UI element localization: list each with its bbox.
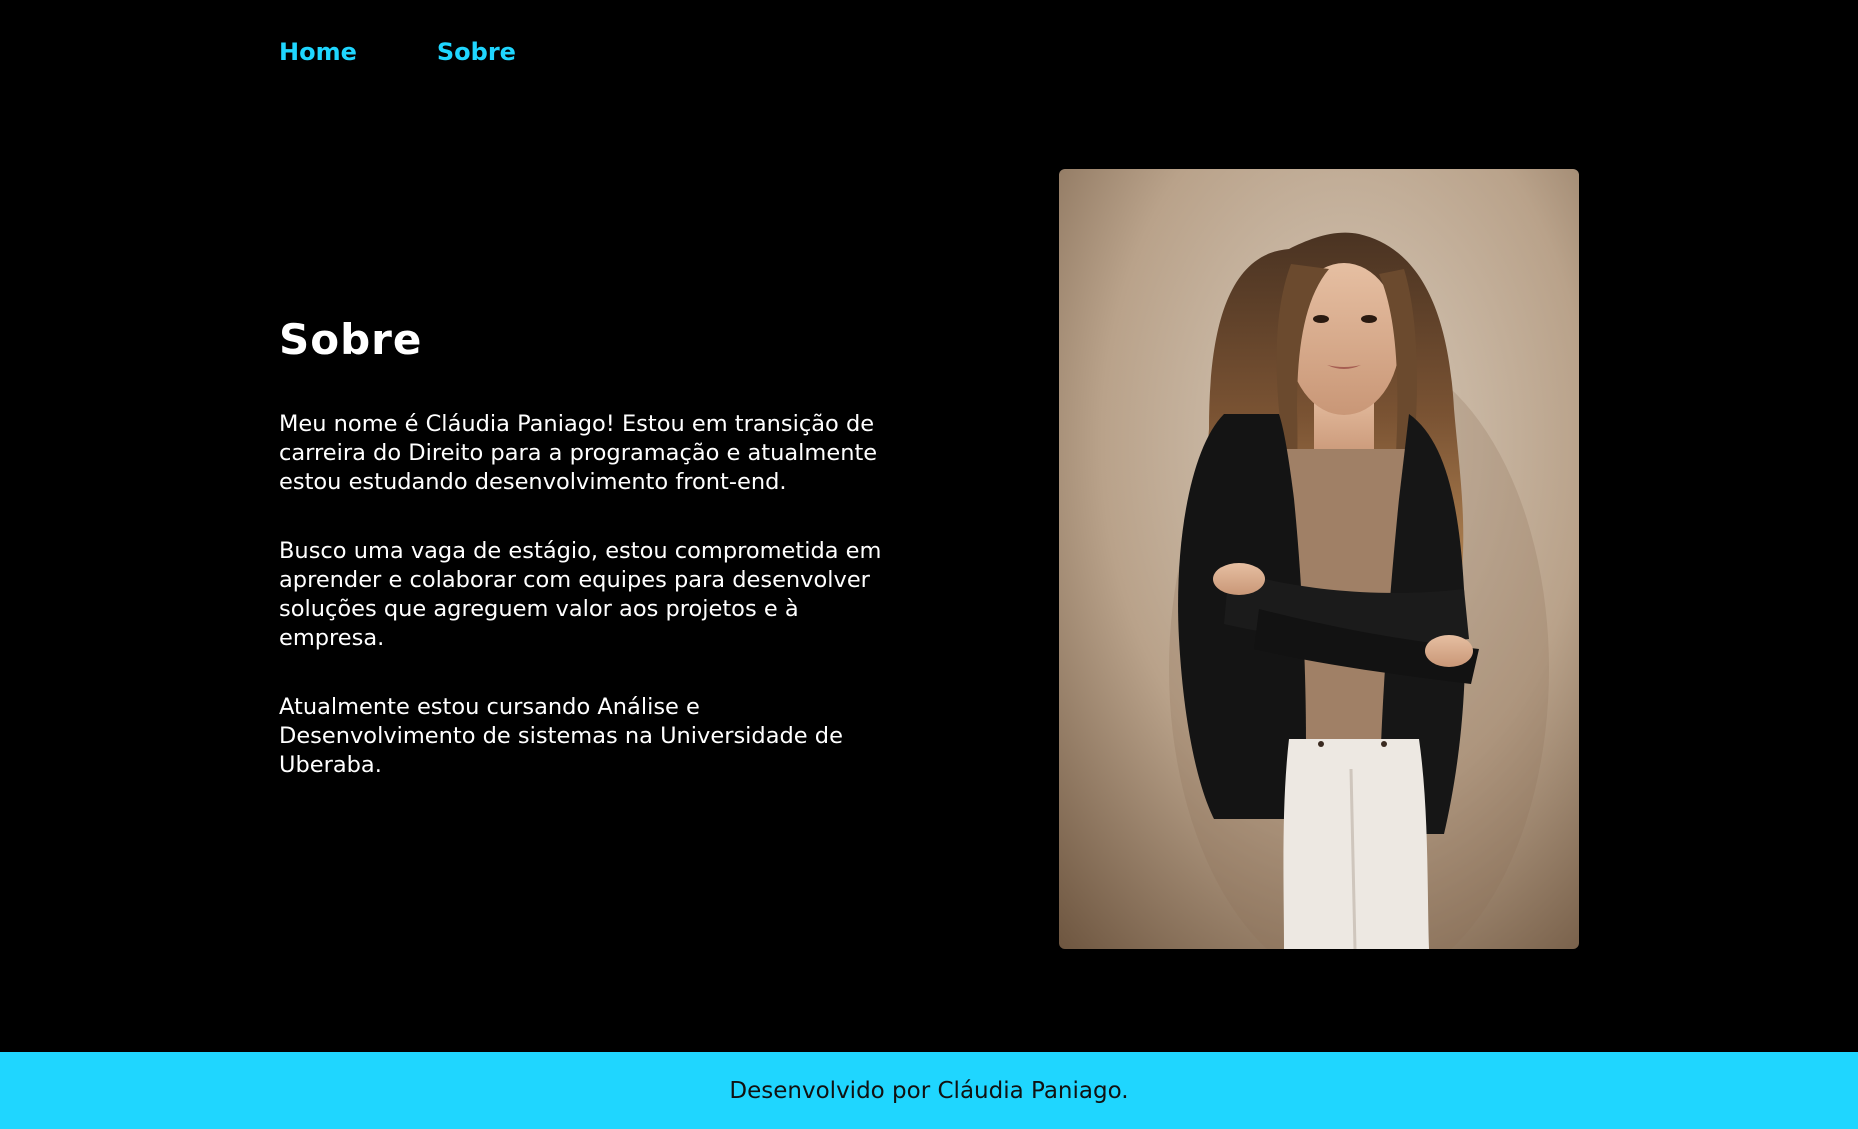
footer-credit: Desenvolvido por Cláudia Paniago.: [729, 1077, 1129, 1104]
profile-photo: [1059, 169, 1579, 949]
about-paragraph-intro: Meu nome é Cláudia Paniago! Estou em tra…: [279, 411, 878, 495]
about-section: Sobre Meu nome é Cláudia Paniago! Estou …: [279, 312, 899, 820]
nav-link-about[interactable]: Sobre: [437, 36, 516, 68]
page-footer: Desenvolvido por Cláudia Paniago.: [0, 1052, 1858, 1129]
about-paragraph-education: Atualmente estou cursando Análise e Dese…: [279, 694, 843, 778]
about-paragraph-goal: Busco uma vaga de estágio, estou comprom…: [279, 538, 882, 651]
main-nav: Home Sobre: [279, 36, 516, 68]
profile-photo-illustration: [1059, 169, 1579, 949]
about-title: Sobre: [279, 315, 423, 364]
nav-link-home[interactable]: Home: [279, 36, 357, 68]
